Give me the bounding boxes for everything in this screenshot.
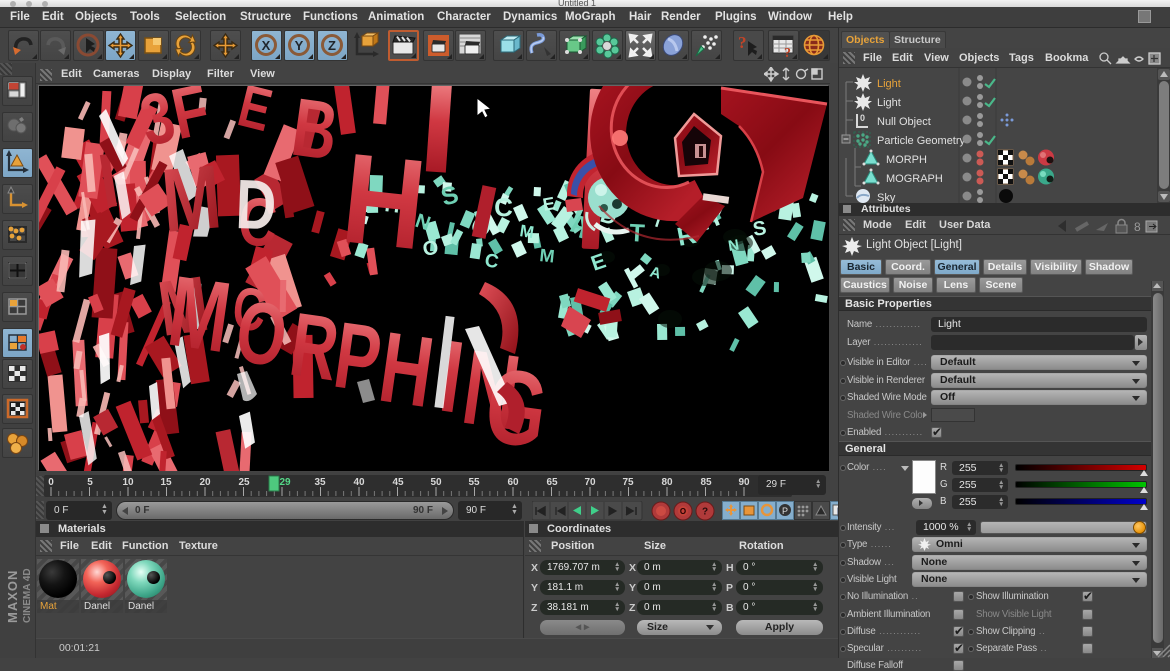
svg-text:29: 29 — [279, 477, 291, 488]
svg-text:60: 60 — [507, 477, 519, 488]
svg-text:90: 90 — [738, 477, 750, 488]
svg-text:0: 0 — [860, 113, 865, 123]
svg-text:M: M — [518, 221, 535, 242]
svg-text:MAXON: MAXON — [5, 570, 20, 623]
svg-text:P: P — [782, 506, 788, 516]
svg-text:H: H — [336, 126, 432, 277]
svg-text:M: M — [539, 245, 556, 266]
svg-text:?: ? — [738, 33, 747, 52]
svg-text:Null Object: Null Object — [877, 116, 931, 128]
svg-text:0: 0 — [48, 477, 54, 488]
svg-text:25: 25 — [238, 477, 250, 488]
svg-text:35: 35 — [314, 477, 326, 488]
svg-text:O: O — [680, 507, 686, 516]
svg-text:M: M — [158, 147, 225, 252]
svg-text:Particle Geometry: Particle Geometry — [877, 135, 966, 147]
svg-text:Light: Light — [877, 78, 901, 90]
svg-text:X: X — [262, 38, 271, 53]
svg-text:5: 5 — [87, 477, 93, 488]
svg-text:MORPH: MORPH — [886, 154, 927, 166]
svg-text:70: 70 — [584, 477, 596, 488]
svg-text:Light: Light — [877, 97, 901, 109]
svg-text:10: 10 — [122, 477, 134, 488]
svg-text:8: 8 — [1134, 220, 1141, 234]
svg-text:D: D — [234, 166, 277, 245]
svg-text:Y: Y — [295, 38, 304, 53]
svg-text:85: 85 — [700, 477, 712, 488]
svg-text:15: 15 — [160, 477, 172, 488]
svg-text:75: 75 — [622, 477, 634, 488]
svg-text:20: 20 — [199, 477, 211, 488]
svg-text:45: 45 — [392, 477, 404, 488]
svg-text:65: 65 — [546, 477, 558, 488]
svg-text:80: 80 — [661, 477, 673, 488]
svg-text:CINEMA 4D: CINEMA 4D — [22, 568, 33, 623]
svg-text:Sky: Sky — [877, 192, 896, 203]
svg-text:40: 40 — [353, 477, 365, 488]
svg-text:?: ? — [784, 46, 791, 60]
svg-text:?: ? — [702, 507, 708, 518]
svg-text:MOGRAPH: MOGRAPH — [886, 173, 943, 185]
svg-text:55: 55 — [468, 477, 480, 488]
svg-text:C: C — [494, 192, 514, 222]
svg-text:50: 50 — [430, 477, 442, 488]
svg-text:Z: Z — [328, 38, 336, 53]
